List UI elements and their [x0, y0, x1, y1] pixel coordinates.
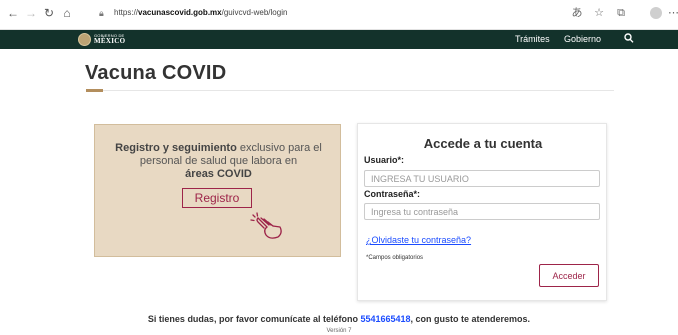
seal-icon — [78, 33, 91, 46]
home-icon[interactable]: ⌂ — [60, 6, 74, 20]
footer-text-after: , con gusto te atenderemos. — [410, 314, 531, 324]
page-title: Vacuna COVID — [85, 62, 227, 84]
password-label: Contraseña*: — [364, 189, 421, 199]
version-text: Versión 7 — [326, 328, 352, 334]
logo-big-text: MÉXICO — [94, 37, 126, 45]
footer-text-before: Si tienes dudas, por favor comunícate al… — [147, 314, 361, 324]
acceder-button[interactable]: Acceder — [539, 264, 599, 287]
login-card: Accede a tu cuenta Usuario*: Contraseña*… — [357, 123, 607, 301]
collections-icon[interactable]: ⧉ — [614, 6, 628, 20]
browser-toolbar: ← → ↻ ⌂ 🔒︎ https://vacunascovid.gob.mx/g… — [0, 0, 678, 30]
search-icon[interactable] — [624, 32, 634, 47]
registro-info-card: Registro y seguimiento exclusivo para el… — [94, 124, 341, 257]
nav-tramites[interactable]: Trámites — [515, 34, 550, 44]
more-menu-icon[interactable]: ⋯ — [668, 6, 678, 20]
gov-header: GOBIERNO DE MÉXICO Trámites Gobierno — [0, 30, 678, 49]
reload-icon[interactable]: ↻ — [42, 6, 56, 20]
title-divider — [86, 90, 614, 91]
info-text: Registro y seguimiento exclusivo para el… — [105, 142, 332, 181]
nav-gobierno[interactable]: Gobierno — [564, 34, 601, 44]
gobierno-mexico-logo[interactable]: GOBIERNO DE MÉXICO — [78, 33, 138, 46]
profile-avatar-icon[interactable] — [650, 7, 662, 19]
password-input[interactable] — [364, 203, 600, 220]
phone-link[interactable]: 5541665418 — [360, 314, 410, 324]
url-text: https://vacunascovid.gob.mx/guivcvd-web/… — [114, 8, 288, 17]
help-contact-text: Si tienes dudas, por favor comunícate al… — [0, 314, 678, 324]
pointing-hand-icon — [250, 211, 286, 241]
info-strong-2: áreas COVID — [185, 168, 252, 180]
title-accent-bar — [86, 89, 103, 92]
login-title: Accede a tu cuenta — [423, 136, 543, 151]
back-arrow-icon[interactable]: ← — [6, 6, 20, 20]
translate-icon[interactable]: あ — [570, 6, 584, 20]
lock-icon: 🔒︎ — [99, 8, 104, 18]
registro-button[interactable]: Registro — [182, 188, 252, 208]
forward-arrow-icon[interactable]: → — [24, 6, 38, 20]
required-fields-note: *Campos obligatorios — [366, 255, 424, 261]
user-input[interactable] — [364, 170, 600, 187]
user-label: Usuario*: — [364, 155, 405, 165]
address-bar[interactable]: 🔒︎ https://vacunascovid.gob.mx/guivcvd-w… — [93, 4, 598, 24]
forgot-password-link[interactable]: ¿Olvidaste tu contraseña? — [366, 235, 471, 245]
bookmark-star-icon[interactable]: ☆ — [592, 6, 606, 20]
info-strong-1: Registro y seguimiento — [115, 142, 237, 154]
